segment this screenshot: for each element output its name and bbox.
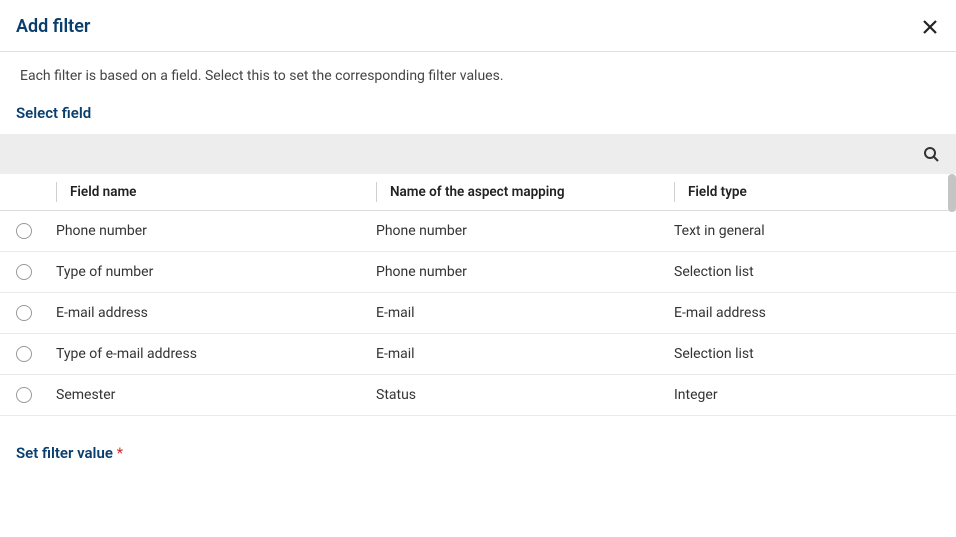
- header-field-name[interactable]: Field name: [56, 174, 376, 211]
- cell-field-type: Integer: [674, 375, 956, 416]
- cell-field-name: Type of e-mail address: [56, 334, 376, 375]
- radio-button[interactable]: [16, 264, 32, 280]
- header-radio: [0, 174, 56, 211]
- field-table: Field name Name of the aspect mapping Fi…: [0, 174, 956, 416]
- search-bar: [0, 134, 956, 174]
- radio-cell: [0, 334, 56, 375]
- cell-field-type: Selection list: [674, 334, 956, 375]
- cell-field-name: Type of number: [56, 252, 376, 293]
- search-button[interactable]: [922, 145, 940, 163]
- table-row[interactable]: E-mail addressE-mailE-mail address: [0, 293, 956, 334]
- cell-aspect-mapping: Phone number: [376, 211, 674, 252]
- radio-button[interactable]: [16, 346, 32, 362]
- table-row[interactable]: Type of e-mail addressE-mailSelection li…: [0, 334, 956, 375]
- search-icon: [923, 146, 939, 162]
- cell-field-type: Selection list: [674, 252, 956, 293]
- cell-field-name: Phone number: [56, 211, 376, 252]
- cell-field-name: Semester: [56, 375, 376, 416]
- cell-aspect-mapping: E-mail: [376, 293, 674, 334]
- radio-button[interactable]: [16, 223, 32, 239]
- required-asterisk: *: [117, 444, 123, 462]
- select-field-heading: Select field: [0, 104, 956, 134]
- cell-field-type: E-mail address: [674, 293, 956, 334]
- radio-cell: [0, 211, 56, 252]
- header-field-type[interactable]: Field type: [674, 174, 956, 211]
- radio-button[interactable]: [16, 387, 32, 403]
- set-filter-value-heading: Set filter value *: [16, 444, 123, 462]
- table-row[interactable]: Type of numberPhone numberSelection list: [0, 252, 956, 293]
- cell-field-name: E-mail address: [56, 293, 376, 334]
- table-row[interactable]: Phone numberPhone numberText in general: [0, 211, 956, 252]
- table-row[interactable]: SemesterStatusInteger: [0, 375, 956, 416]
- cell-field-type: Text in general: [674, 211, 956, 252]
- header-aspect-mapping[interactable]: Name of the aspect mapping: [376, 174, 674, 211]
- radio-cell: [0, 293, 56, 334]
- radio-cell: [0, 375, 56, 416]
- set-filter-value-text: Set filter value: [16, 444, 113, 462]
- dialog-description: Each filter is based on a field. Select …: [0, 52, 956, 104]
- cell-aspect-mapping: E-mail: [376, 334, 674, 375]
- radio-button[interactable]: [16, 305, 32, 321]
- close-button[interactable]: [920, 17, 940, 37]
- cell-aspect-mapping: Phone number: [376, 252, 674, 293]
- dialog-title: Add filter: [16, 16, 90, 37]
- radio-cell: [0, 252, 56, 293]
- cell-aspect-mapping: Status: [376, 375, 674, 416]
- close-icon: [922, 19, 938, 35]
